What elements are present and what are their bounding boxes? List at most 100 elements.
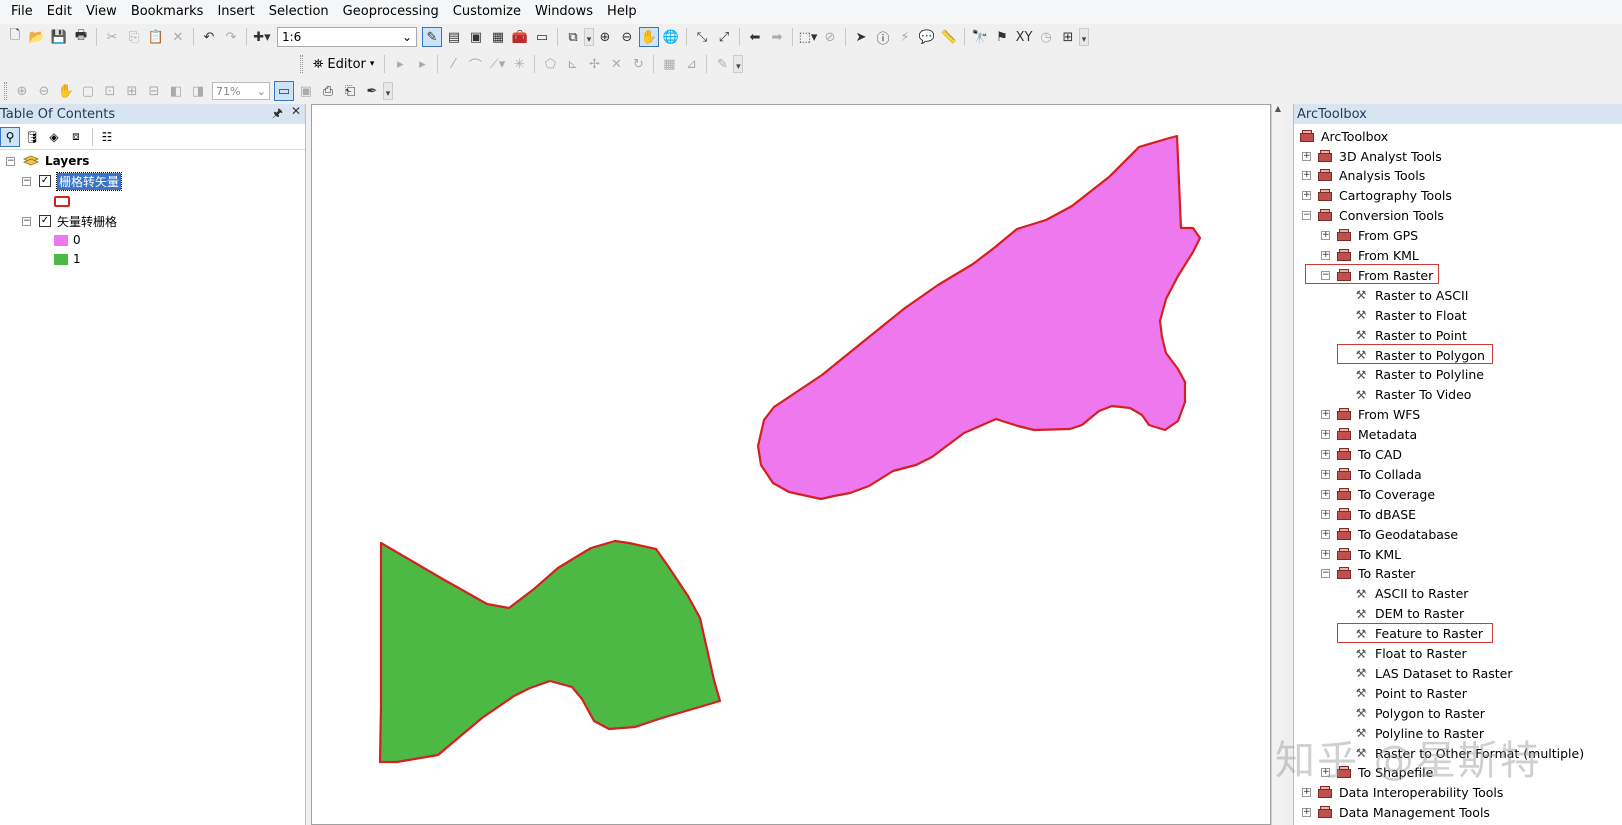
toolset-item[interactable]: + Metadata <box>1321 425 1417 445</box>
split-icon[interactable]: ✕ <box>606 54 626 74</box>
expand-icon[interactable]: + <box>1321 231 1330 241</box>
layout-pan-icon[interactable]: ✋ <box>56 81 76 101</box>
expand-icon[interactable]: + <box>1302 171 1311 181</box>
editor-toolbar-icon[interactable]: ✎ <box>422 27 442 47</box>
map-display[interactable] <box>311 104 1271 825</box>
measure-icon[interactable]: 📏 <box>939 27 959 47</box>
python-window-icon[interactable]: ▭ <box>532 27 552 47</box>
expand-icon[interactable]: + <box>1321 450 1330 459</box>
map-vertical-scrollbar[interactable]: ▲ <box>1271 104 1283 825</box>
arctoolbox-window-icon[interactable]: 🧰 <box>510 27 530 47</box>
map-scale-combo[interactable]: 1:6 ⌄ <box>277 27 417 47</box>
toolset-item[interactable]: + To Collada <box>1321 464 1422 484</box>
tool-item[interactable]: ⚒ ASCII to Raster <box>1353 584 1469 604</box>
toolbar-overflow-icon[interactable]: ▾ <box>733 55 744 73</box>
toolset-item[interactable]: − To Raster <box>1321 564 1415 584</box>
toolbox-item[interactable]: + Cartography Tools <box>1302 186 1452 206</box>
menu-bookmarks[interactable]: Bookmarks <box>124 0 211 24</box>
toolbar-overflow-icon[interactable]: ▾ <box>1079 28 1089 46</box>
forward-extent-icon[interactable]: ➡ <box>767 27 787 47</box>
straight-segment-icon[interactable]: ⁄ <box>443 54 463 74</box>
html-popup-icon[interactable]: 💬 <box>917 27 937 47</box>
pink-polygon[interactable] <box>756 134 1202 501</box>
menu-view[interactable]: View <box>79 0 124 24</box>
trace-icon[interactable]: ⟋▾ <box>487 54 507 74</box>
edit-tool-icon[interactable]: ▸ <box>390 54 410 74</box>
pan-icon[interactable]: ✋ <box>639 27 659 47</box>
collapse-icon[interactable]: − <box>1302 211 1311 221</box>
layer-name[interactable]: 栅格转矢量 <box>55 171 123 191</box>
sketch-properties-icon[interactable]: ⊿ <box>681 54 701 74</box>
identify-icon[interactable]: ⓘ <box>873 27 893 47</box>
toolset-item[interactable]: + From KML <box>1321 246 1419 266</box>
menu-help[interactable]: Help <box>600 0 644 24</box>
expand-icon[interactable]: + <box>1302 151 1311 161</box>
select-elements-icon[interactable]: ➤ <box>851 27 871 47</box>
hyperlink-icon[interactable]: ⚡ <box>895 27 915 47</box>
tool-item[interactable]: ⚒ Raster to ASCII <box>1353 285 1469 305</box>
toolset-item[interactable]: + From WFS <box>1321 405 1420 425</box>
layout-zoom-combo[interactable]: 71% ⌄ <box>212 82 270 100</box>
collapse-icon[interactable]: − <box>6 156 15 166</box>
search-window-icon[interactable]: ▦ <box>488 27 508 47</box>
list-by-source-icon[interactable]: 🛢 <box>22 127 42 147</box>
toolbox-item[interactable]: + Data Management Tools <box>1302 803 1490 823</box>
expand-icon[interactable]: + <box>1321 549 1330 559</box>
tool-item[interactable]: ⚒ DEM to Raster <box>1353 604 1465 624</box>
create-features-icon[interactable]: ✎ <box>712 54 732 74</box>
class-1-swatch[interactable] <box>54 253 68 265</box>
toolbar-grip[interactable] <box>4 82 7 100</box>
toolbar-overflow-icon[interactable]: ▾ <box>383 82 393 100</box>
copy-icon[interactable]: ⎘ <box>124 27 144 47</box>
reshape-icon[interactable]: ⊾ <box>562 54 582 74</box>
expand-icon[interactable]: + <box>1302 808 1311 818</box>
toolset-item[interactable]: + To dBASE <box>1321 504 1416 524</box>
tool-item[interactable]: ⚒ Raster to Point <box>1353 325 1467 345</box>
toc-layers-row[interactable]: − Layers <box>6 152 89 170</box>
tool-item[interactable]: ⚒ Float to Raster <box>1353 644 1467 664</box>
list-by-selection-icon[interactable]: ⧈ <box>66 127 86 147</box>
collapse-icon[interactable]: − <box>22 176 31 186</box>
endpoint-arc-icon[interactable]: ⌒ <box>465 54 485 74</box>
toolbar-overflow-icon[interactable]: ▾ <box>584 28 594 46</box>
toc-layer-row-1[interactable]: − ✓ 栅格转矢量 <box>22 171 123 191</box>
fixed-zoom-out-icon[interactable]: ⤢ <box>714 27 734 47</box>
paste-icon[interactable]: 📋 <box>146 27 166 47</box>
redo-icon[interactable]: ↷ <box>221 27 241 47</box>
draw-icon[interactable]: ✒ <box>362 81 382 101</box>
rotate-icon[interactable]: ↻ <box>628 54 648 74</box>
toolbox-item[interactable]: + Analysis Tools <box>1302 166 1425 186</box>
menu-insert[interactable]: Insert <box>210 0 261 24</box>
tool-item[interactable]: ⚒ Polygon to Raster <box>1353 703 1485 723</box>
edit-vertices-icon[interactable]: ⬠ <box>540 54 560 74</box>
layer-visibility-checkbox[interactable]: ✓ <box>39 215 51 227</box>
menu-customize[interactable]: Customize <box>446 0 528 24</box>
tool-item[interactable]: ⚒ Raster to Polyline <box>1353 365 1484 385</box>
expand-icon[interactable]: + <box>1302 191 1311 201</box>
list-by-visibility-icon[interactable]: ◈ <box>44 127 64 147</box>
toc-layer-row-2[interactable]: − ✓ 矢量转栅格 <box>22 212 117 230</box>
pin-icon[interactable]: 🖈 <box>272 104 283 125</box>
scroll-up-icon[interactable]: ▲ <box>1272 104 1284 118</box>
go-to-xy-icon[interactable]: XY <box>1014 27 1034 47</box>
toolset-item[interactable]: + From GPS <box>1321 226 1418 246</box>
expand-icon[interactable]: + <box>1321 489 1330 499</box>
tool-item[interactable]: ⚒ LAS Dataset to Raster <box>1353 663 1513 683</box>
create-viewer-icon[interactable]: ⊞ <box>1058 27 1078 47</box>
expand-icon[interactable]: + <box>1302 788 1311 798</box>
zoom-in-icon[interactable]: ⊕ <box>595 27 615 47</box>
expand-icon[interactable]: + <box>1321 529 1330 539</box>
next-page-extent-icon[interactable]: ◨ <box>188 81 208 101</box>
fixed-zoom-in-icon[interactable]: ⤡ <box>692 27 712 47</box>
cut-icon[interactable]: ✂ <box>102 27 122 47</box>
tool-item[interactable]: ⚒ Raster to Float <box>1353 305 1467 325</box>
expand-icon[interactable]: + <box>1321 509 1330 519</box>
green-polygon[interactable] <box>378 539 722 764</box>
print-icon[interactable]: 🖶 <box>71 27 91 47</box>
collapse-icon[interactable]: − <box>1321 569 1330 579</box>
edit-annotation-icon[interactable]: ▸ <box>412 54 432 74</box>
clear-selection-icon[interactable]: ⊘ <box>820 27 840 47</box>
add-data-icon[interactable]: ✚▾ <box>252 27 272 47</box>
expand-icon[interactable]: + <box>1321 410 1330 420</box>
delete-icon[interactable]: ✕ <box>168 27 188 47</box>
